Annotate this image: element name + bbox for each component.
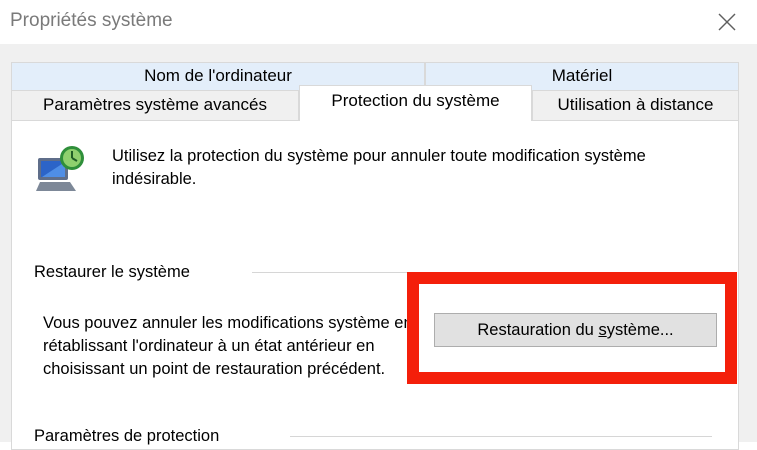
close-button[interactable] [704, 4, 750, 40]
tab-advanced-settings[interactable]: Paramètres système avancés [11, 90, 299, 120]
system-protection-computer-icon [36, 146, 84, 191]
tab-remote[interactable]: Utilisation à distance [532, 90, 739, 120]
restore-description: Vous pouvez annuler les modifications sy… [43, 314, 413, 378]
system-restore-button-label-start: Restauration du [477, 320, 599, 339]
title-bar: Propriétés système [0, 0, 757, 44]
protection-group-label: Paramètres de protection [34, 427, 220, 445]
close-icon [718, 13, 736, 31]
restore-group-divider [252, 272, 712, 273]
system-restore-button-accelerator: s [598, 320, 607, 339]
restore-group-label: Restaurer le système [34, 263, 190, 281]
intro-description: Utilisez la protection du système pour a… [112, 147, 646, 188]
system-restore-button[interactable]: Restauration du système... [434, 313, 717, 347]
tab-system-protection[interactable]: Protection du système [299, 85, 532, 121]
protection-group-divider [290, 436, 712, 437]
system-restore-button-label-end: ystème... [606, 320, 674, 339]
window-title: Propriétés système [10, 10, 173, 31]
